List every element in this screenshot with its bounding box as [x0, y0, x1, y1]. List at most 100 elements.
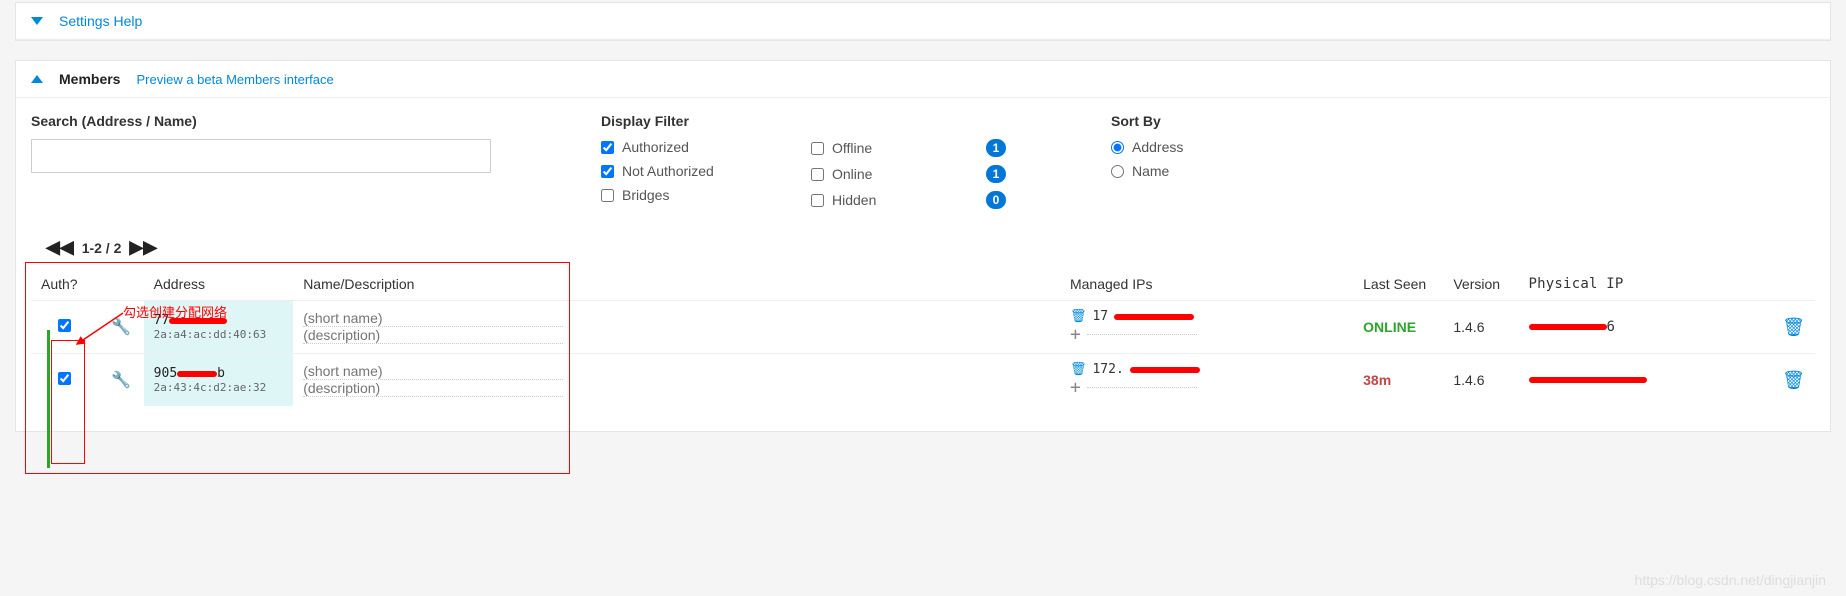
col-lastseen: Last Seen [1353, 268, 1443, 301]
offline-count-badge: 1 [986, 139, 1006, 157]
trash-icon[interactable]: 🗑 [1782, 317, 1805, 337]
sort-name[interactable]: Name [1111, 163, 1271, 179]
pager: ◀◀ 1-2 / 2 ▶▶ [31, 231, 1815, 268]
sort-name-radio[interactable] [1111, 165, 1124, 178]
online-count-badge: 1 [986, 165, 1006, 183]
redaction [177, 371, 217, 377]
authorized-checkbox[interactable] [601, 141, 614, 154]
addr-suffix: b [217, 366, 225, 381]
hidden-checkbox[interactable] [811, 194, 824, 207]
name-cell [293, 301, 1060, 354]
filter-offline[interactable]: Offline 1 [811, 139, 1006, 157]
filter-hidden[interactable]: Hidden 0 [811, 191, 1006, 209]
managed-ips-cell: 🗑 17 + [1060, 301, 1353, 354]
members-table-wrap: 勾选创建分配网络 Auth? Address Name/Description … [31, 268, 1815, 406]
page-last-icon[interactable]: ▶▶ [129, 237, 157, 258]
search-column: Search (Address / Name) [31, 113, 501, 217]
filter-row: Search (Address / Name) Display Filter A… [31, 113, 1815, 217]
col-wrench [99, 268, 144, 301]
description-input[interactable] [303, 380, 563, 397]
search-input[interactable] [31, 139, 491, 173]
offline-label: Offline [832, 140, 872, 156]
display-filter-label: Display Filter [601, 113, 751, 129]
managed-ips-cell: 🗑 172. + [1060, 354, 1353, 407]
address-cell[interactable]: 905 b 2a:43:4c:d2:ae:32 [144, 354, 294, 407]
table-row: 🔧 77 2a:a4:ac:dd:40:63 🗑 17 [31, 301, 1815, 354]
bridges-checkbox[interactable] [601, 189, 614, 202]
col-delete [1767, 268, 1815, 301]
version-value: 1.4.6 [1443, 301, 1518, 354]
sort-label: Sort By [1111, 113, 1271, 129]
sort-address-radio[interactable] [1111, 141, 1124, 154]
settings-help-title: Settings Help [59, 13, 142, 29]
chevron-down-icon [31, 17, 43, 25]
sort-column: Sort By Address Name [1071, 113, 1271, 217]
lastseen-value: ONLINE [1363, 319, 1416, 335]
settings-help-header[interactable]: Settings Help [16, 3, 1830, 40]
filter-authorized[interactable]: Authorized [601, 139, 751, 155]
not-authorized-label: Not Authorized [622, 163, 714, 179]
watermark: https://blog.csdn.net/dingjianjin [1635, 572, 1826, 588]
filter-not-authorized[interactable]: Not Authorized [601, 163, 751, 179]
sort-address[interactable]: Address [1111, 139, 1271, 155]
trash-icon[interactable]: 🗑 [1070, 362, 1087, 377]
hidden-count-badge: 0 [986, 191, 1006, 209]
col-address: Address [144, 268, 294, 301]
status-filter-column: Offline 1 Online 1 Hidden 0 [811, 113, 1011, 217]
wrench-icon[interactable]: 🔧 [111, 372, 131, 389]
chevron-up-icon [31, 75, 43, 83]
preview-beta-link[interactable]: Preview a beta Members interface [136, 72, 333, 87]
auth-checkbox[interactable] [58, 372, 71, 385]
sort-address-label: Address [1132, 139, 1183, 155]
annotation-arrow-icon [71, 310, 126, 350]
members-title: Members [59, 71, 120, 87]
plus-icon[interactable]: + [1070, 324, 1081, 345]
short-name-input[interactable] [303, 363, 563, 380]
addr-mac: 2a:a4:ac:dd:40:63 [154, 328, 284, 341]
lastseen-value: 38m [1363, 372, 1391, 388]
annotation-text: 勾选创建分配网络 [123, 302, 227, 321]
version-value: 1.4.6 [1443, 354, 1518, 407]
status-spacer [811, 113, 1011, 129]
col-mips: Managed IPs [1060, 268, 1353, 301]
addr-prefix: 905 [154, 366, 177, 381]
row-status-bar [47, 330, 50, 468]
mip-input-line[interactable] [1087, 387, 1197, 388]
page-first-icon[interactable]: ◀◀ [46, 237, 74, 258]
physical-ip-cell: 6 [1519, 301, 1767, 354]
authorized-label: Authorized [622, 139, 689, 155]
col-version: Version [1443, 268, 1518, 301]
redaction [1529, 377, 1647, 383]
hidden-label: Hidden [832, 192, 876, 208]
trash-icon[interactable]: 🗑 [1070, 309, 1087, 324]
members-panel: Members Preview a beta Members interface… [15, 60, 1831, 432]
redaction [1130, 367, 1200, 373]
display-filter-column: Display Filter Authorized Not Authorized… [561, 113, 751, 217]
pager-range: 1-2 / 2 [82, 240, 122, 256]
mip-prefix: 172. [1092, 362, 1123, 377]
not-authorized-checkbox[interactable] [601, 165, 614, 178]
col-pip: Physical IP [1519, 268, 1767, 301]
plus-icon[interactable]: + [1070, 377, 1081, 398]
redaction [1529, 324, 1607, 330]
filter-bridges[interactable]: Bridges [601, 187, 751, 203]
online-checkbox[interactable] [811, 168, 824, 181]
sort-name-label: Name [1132, 163, 1169, 179]
trash-icon[interactable]: 🗑 [1782, 370, 1805, 390]
mip-input-line[interactable] [1087, 334, 1197, 335]
offline-checkbox[interactable] [811, 142, 824, 155]
search-label: Search (Address / Name) [31, 113, 501, 129]
short-name-input[interactable] [303, 310, 563, 327]
filter-online[interactable]: Online 1 [811, 165, 1006, 183]
members-header[interactable]: Members Preview a beta Members interface [16, 61, 1830, 98]
name-cell [293, 354, 1060, 407]
table-row: 🔧 905b 2a:43:4c:d2:ae:32 🗑 1 [31, 354, 1815, 407]
mip-prefix: 17 [1092, 309, 1108, 324]
pip-tail: 6 [1607, 319, 1616, 335]
addr-mac: 2a:43:4c:d2:ae:32 [154, 381, 284, 394]
auth-checkbox[interactable] [58, 319, 71, 332]
col-auth: Auth? [31, 268, 99, 301]
description-input[interactable] [303, 327, 563, 344]
col-name: Name/Description [293, 268, 1060, 301]
redaction [1114, 314, 1194, 320]
